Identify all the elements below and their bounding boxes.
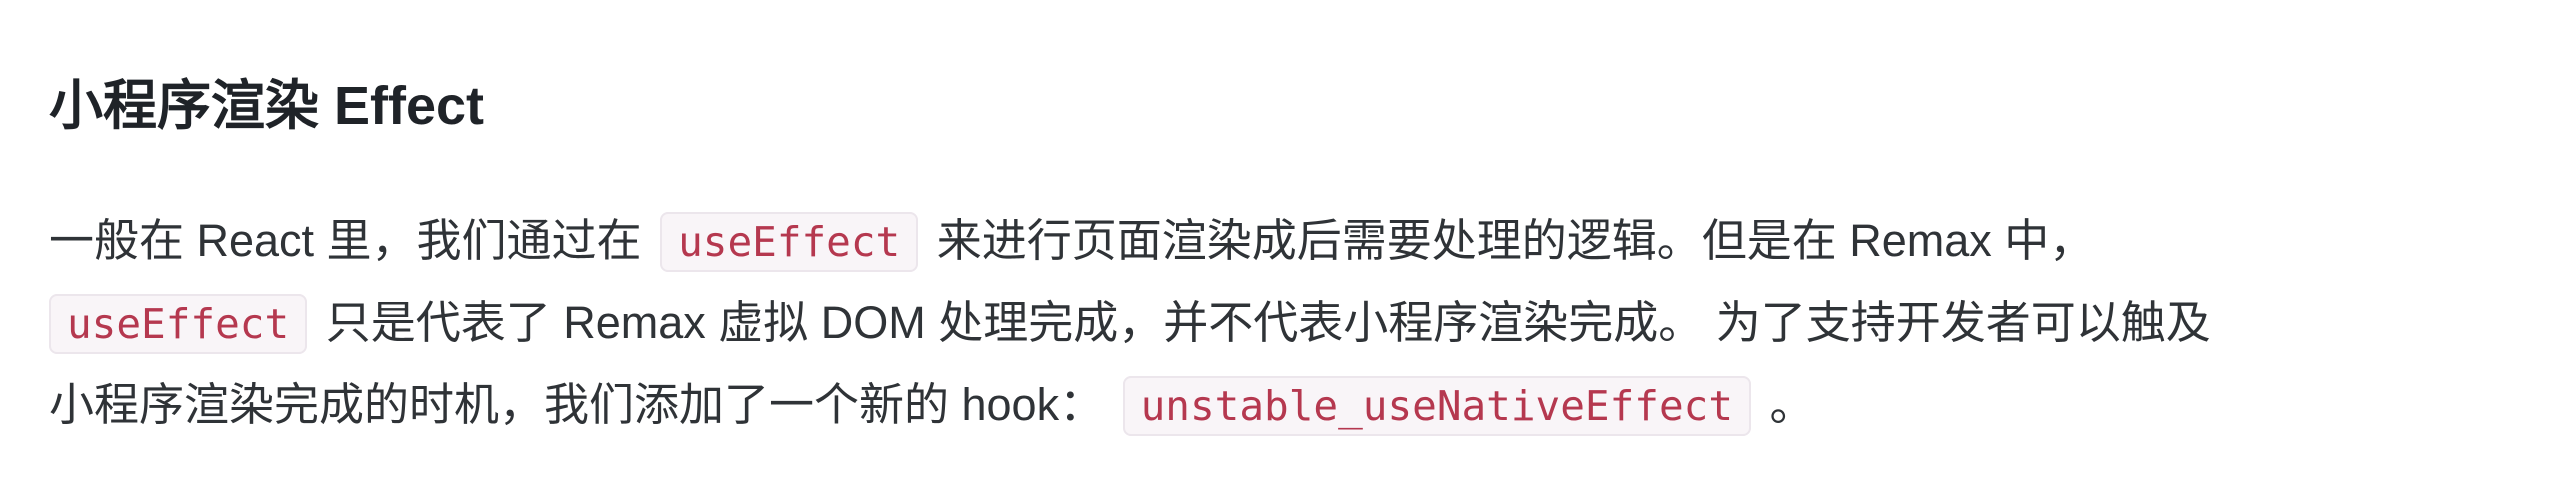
inline-code: useEffect xyxy=(49,294,308,354)
inline-code: useEffect xyxy=(660,212,919,272)
text: 只是代表了 Remax 虚拟 DOM 处理完成，并不代表小程序渲染完成。 为了支… xyxy=(325,297,2211,348)
text: 。 xyxy=(1769,379,1815,430)
paragraph-line: 小程序渲染完成的时机，我们添加了一个新的 hook： unstable_useN… xyxy=(49,364,2211,446)
text: 小程序渲染完成的时机，我们添加了一个新的 hook： xyxy=(49,379,1105,430)
paragraph: 一般在 React 里，我们通过在 useEffect 来进行页面渲染成后需要处… xyxy=(49,200,2211,446)
text: 一般在 React 里，我们通过在 xyxy=(49,215,642,266)
inline-code: unstable_useNativeEffect xyxy=(1122,376,1752,436)
paragraph-line: useEffect 只是代表了 Remax 虚拟 DOM 处理完成，并不代表小程… xyxy=(49,282,2211,364)
text: 来进行页面渲染成后需要处理的逻辑。但是在 Remax 中， xyxy=(936,215,2095,266)
section-heading: 小程序渲染 Effect xyxy=(49,76,485,136)
paragraph-line: 一般在 React 里，我们通过在 useEffect 来进行页面渲染成后需要处… xyxy=(49,200,2211,282)
